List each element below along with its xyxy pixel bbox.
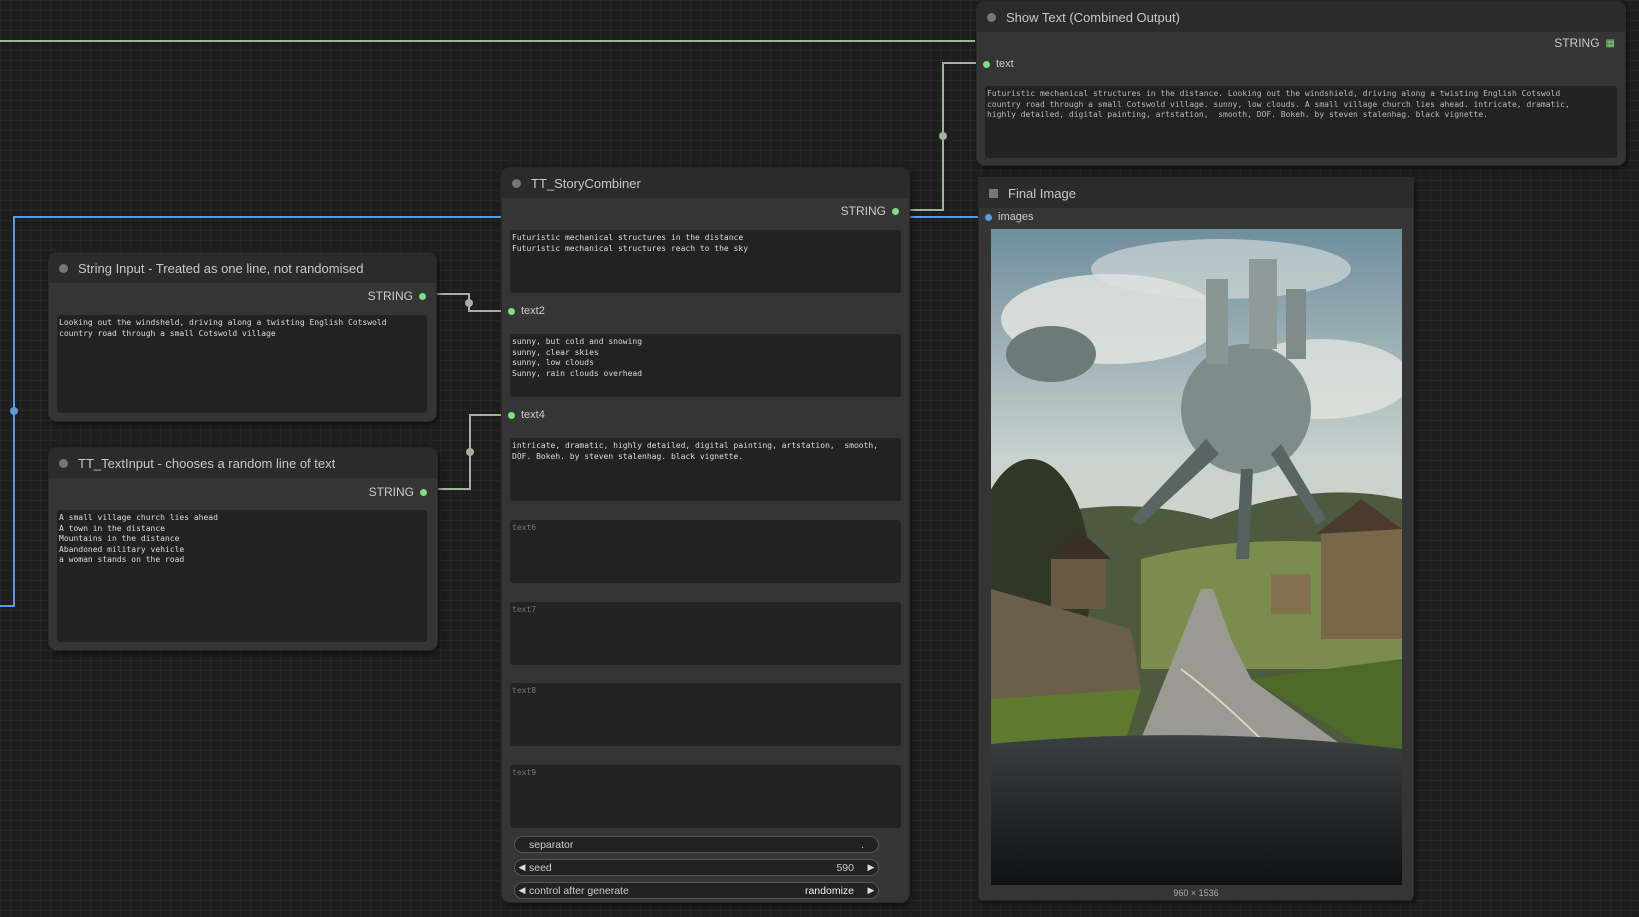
output-label: STRING xyxy=(368,485,414,499)
separator-widget[interactable]: separator . xyxy=(514,836,879,853)
input-row-text4: text4 xyxy=(508,409,545,421)
decrement-arrow-icon[interactable]: ◀ xyxy=(515,862,529,873)
output-row: STRING xyxy=(841,204,899,218)
output-label: STRING xyxy=(1554,36,1600,50)
text8-textarea[interactable]: text8 xyxy=(510,683,901,746)
separator-label: separator xyxy=(529,838,574,851)
output-row: STRING xyxy=(369,485,427,499)
text9-textarea[interactable]: text9 xyxy=(510,765,901,828)
output-label: STRING xyxy=(840,204,886,218)
input-label: text2 xyxy=(521,305,545,317)
image-dimensions: 960 × 1536 xyxy=(1173,888,1219,898)
text-input-node[interactable]: TT_TextInput - chooses a random line of … xyxy=(49,448,437,650)
input-slot-icon[interactable] xyxy=(508,411,515,419)
link-reroute-text4 xyxy=(466,448,474,456)
collapse-dot-icon[interactable] xyxy=(987,12,996,22)
input-label: text xyxy=(996,58,1014,70)
previous-arrow-icon[interactable]: ◀ xyxy=(515,885,529,896)
collapse-square-icon[interactable] xyxy=(989,188,998,198)
input-row-text: text xyxy=(983,58,1014,70)
collapse-dot-icon[interactable] xyxy=(59,263,68,273)
output-label: STRING xyxy=(367,289,413,303)
string-input-textarea[interactable]: Looking out the windsheld, driving along… xyxy=(57,315,427,413)
node-title: Show Text (Combined Output) xyxy=(1006,9,1180,25)
collapse-dot-icon[interactable] xyxy=(512,178,521,188)
input-label: images xyxy=(998,211,1034,223)
string-input-node[interactable]: String Input - Treated as one line, not … xyxy=(49,253,436,421)
link-image-reroute xyxy=(10,407,18,415)
output-row: STRING ▦ xyxy=(1554,36,1615,50)
seed-label: seed xyxy=(529,861,552,874)
text3-textarea[interactable]: sunny, but cold and snowing sunny, clear… xyxy=(510,334,901,397)
output-row: STRING xyxy=(368,289,426,303)
text5-textarea[interactable]: intricate, dramatic, highly detailed, di… xyxy=(510,438,901,501)
node-title: String Input - Treated as one line, not … xyxy=(78,260,364,276)
input-slot-icon[interactable] xyxy=(508,307,515,315)
output-slot-icon[interactable] xyxy=(419,292,426,300)
text-input-textarea[interactable]: A small village church lies ahead A town… xyxy=(57,510,427,642)
seed-widget[interactable]: ◀ seed 590 ▶ xyxy=(514,859,879,876)
node-title-bar[interactable]: Show Text (Combined Output) xyxy=(977,2,1625,32)
separator-value: . xyxy=(861,838,864,851)
input-slot-icon[interactable] xyxy=(985,213,992,221)
input-row-images: images xyxy=(985,211,1033,223)
text7-textarea[interactable]: text7 xyxy=(510,602,901,665)
node-title: TT_StoryCombiner xyxy=(531,175,641,191)
link-reroute-showtext xyxy=(939,132,947,140)
node-title-bar[interactable]: TT_TextInput - chooses a random line of … xyxy=(49,448,437,478)
control-value: randomize xyxy=(804,884,854,897)
increment-arrow-icon[interactable]: ▶ xyxy=(864,862,878,873)
input-row-text2: text2 xyxy=(508,305,545,317)
node-title: Final Image xyxy=(1008,185,1076,201)
node-title-bar[interactable]: TT_StoryCombiner xyxy=(502,168,909,198)
story-combiner-node[interactable]: TT_StoryCombiner STRING Futuristic mecha… xyxy=(502,168,909,902)
generated-image-picture xyxy=(991,229,1402,885)
node-title-bar[interactable]: String Input - Treated as one line, not … xyxy=(49,253,436,283)
control-label: control after generate xyxy=(529,884,629,897)
link-reroute-text2 xyxy=(465,299,473,307)
input-slot-icon[interactable] xyxy=(983,60,990,68)
combined-output-textarea[interactable]: Futuristic mechanical structures in the … xyxy=(985,86,1617,158)
show-text-node[interactable]: Show Text (Combined Output) STRING ▦ tex… xyxy=(977,2,1625,165)
text6-textarea[interactable]: text6 xyxy=(510,520,901,583)
generated-image[interactable] xyxy=(991,229,1402,885)
input-label: text4 xyxy=(521,409,545,421)
final-image-node[interactable]: Final Image images 960 × 1536 xyxy=(979,178,1413,900)
control-after-generate-widget[interactable]: ◀ control after generate randomize ▶ xyxy=(514,882,879,899)
output-slot-icon[interactable] xyxy=(892,207,899,215)
list-output-icon[interactable]: ▦ xyxy=(1606,38,1615,49)
collapse-dot-icon[interactable] xyxy=(59,458,68,468)
next-arrow-icon[interactable]: ▶ xyxy=(864,885,878,896)
node-title: TT_TextInput - chooses a random line of … xyxy=(78,455,336,471)
text1-textarea[interactable]: Futuristic mechanical structures in the … xyxy=(510,230,901,293)
seed-value: 590 xyxy=(836,861,854,874)
node-title-bar[interactable]: Final Image xyxy=(979,178,1413,208)
output-slot-icon[interactable] xyxy=(420,488,427,496)
